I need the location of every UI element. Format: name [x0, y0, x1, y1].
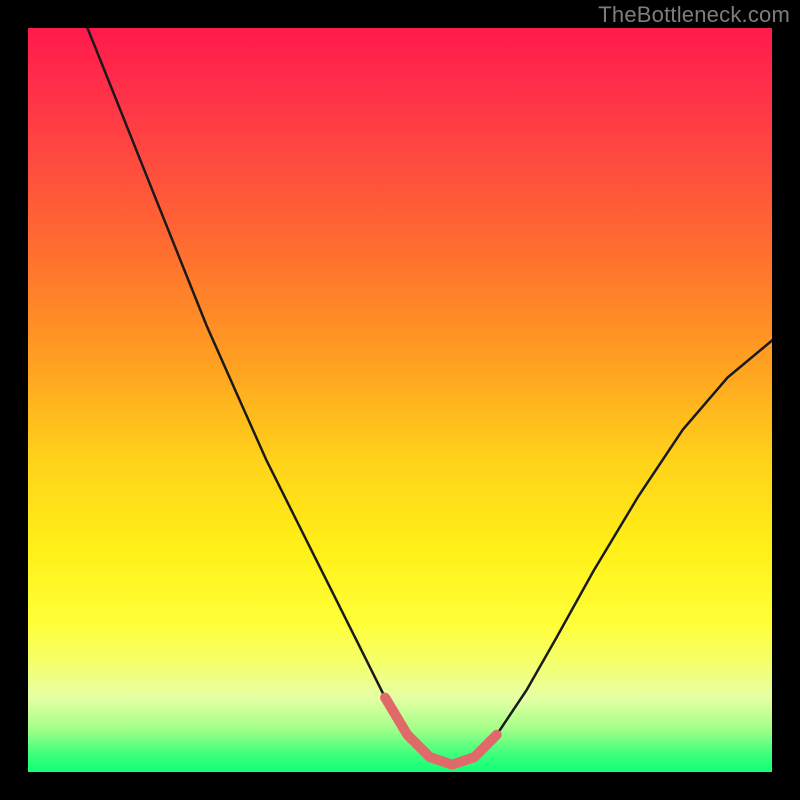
bottom-highlight — [385, 698, 497, 765]
curve-svg — [28, 28, 772, 772]
chart-frame: TheBottleneck.com — [0, 0, 800, 800]
bottleneck-curve — [88, 28, 773, 765]
plot-gradient-area — [28, 28, 772, 772]
watermark-text: TheBottleneck.com — [598, 2, 790, 28]
